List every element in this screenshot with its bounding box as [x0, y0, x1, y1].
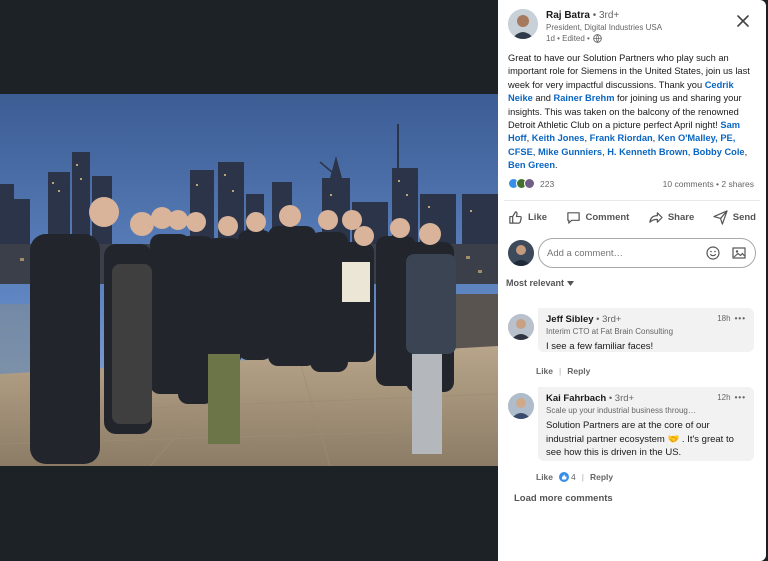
- commenter-name[interactable]: Kai Fahrbach: [546, 393, 606, 404]
- comments-shares-count[interactable]: 10 comments • 2 shares: [663, 179, 754, 189]
- comment-reply-button[interactable]: Reply: [567, 366, 590, 376]
- more-options-icon[interactable]: •••: [735, 393, 746, 402]
- commenter-headline: Scale up your industrial business throug…: [546, 406, 696, 415]
- commenter-degree: • 3rd+: [608, 393, 635, 404]
- post-detail-panel: Raj Batra • 3rd+ President, Digital Indu…: [498, 0, 766, 561]
- comment-input[interactable]: [538, 238, 756, 268]
- commenter-avatar[interactable]: [508, 314, 534, 340]
- reaction-count[interactable]: 223: [540, 179, 554, 189]
- comment-like-count[interactable]: 4: [559, 472, 576, 482]
- thumbs-up-icon: [509, 211, 522, 224]
- media-pane: [0, 0, 498, 561]
- post-photo[interactable]: [0, 94, 498, 466]
- comment-button[interactable]: Comment: [566, 206, 630, 225]
- post-viewer: Raj Batra • 3rd+ President, Digital Indu…: [0, 0, 768, 561]
- post-text-segment: ,: [744, 146, 748, 157]
- comment-time-area: 18h •••: [717, 314, 746, 323]
- comment-icon: [566, 212, 580, 224]
- comment-time: 18h: [717, 314, 731, 323]
- share-button[interactable]: Share: [648, 206, 694, 225]
- comment-bubble: Kai Fahrbach • 3rd+ Scale up your indust…: [538, 387, 754, 461]
- like-count-value: 4: [571, 472, 576, 482]
- caret-down-icon: [567, 280, 575, 286]
- author-name-line[interactable]: Raj Batra • 3rd+: [546, 10, 619, 21]
- image-icon[interactable]: [732, 246, 746, 260]
- comment-like-button[interactable]: Like: [536, 366, 553, 376]
- comment-reply-button[interactable]: Reply: [590, 472, 613, 482]
- comment-actions: Like 4 | Reply: [536, 472, 613, 482]
- mention-link[interactable]: Rainer Brehm: [554, 93, 615, 103]
- like-label: Like: [528, 212, 548, 223]
- sort-label: Most relevant: [506, 278, 565, 288]
- more-options-icon[interactable]: •••: [735, 314, 746, 323]
- mention-link[interactable]: Ben Green: [508, 160, 555, 170]
- commenter-name-line[interactable]: Jeff Sibley • 3rd+: [546, 314, 746, 325]
- globe-icon: [593, 34, 602, 43]
- mention-link[interactable]: Frank Riordan: [590, 133, 653, 143]
- comment-time: 12h: [717, 393, 731, 402]
- post-body: Great to have our Solution Partners who …: [508, 52, 758, 173]
- author-title: President, Digital Industries USA: [546, 23, 663, 32]
- share-icon: [649, 212, 663, 223]
- load-more-comments-button[interactable]: Load more comments: [514, 493, 613, 504]
- commenter-name-line[interactable]: Kai Fahrbach • 3rd+: [546, 393, 746, 404]
- author-degree: • 3rd+: [592, 10, 620, 21]
- reactions-summary[interactable]: 223: [508, 178, 554, 189]
- mention-link[interactable]: Mike Gunniers: [538, 147, 602, 157]
- mention-link[interactable]: H. Kenneth Brown: [607, 147, 688, 157]
- share-label: Share: [667, 212, 695, 223]
- author-name[interactable]: Raj Batra: [546, 10, 590, 21]
- commenter-degree: • 3rd+: [596, 314, 622, 325]
- comment-time-area: 12h •••: [717, 393, 746, 402]
- comment-text: I see a few familiar faces!: [546, 341, 654, 352]
- close-icon[interactable]: [735, 13, 751, 29]
- mention-link[interactable]: Bobby Cole: [693, 147, 745, 157]
- like-button[interactable]: Like: [508, 206, 547, 225]
- comment-like-button[interactable]: Like: [536, 472, 553, 482]
- commenter-avatar[interactable]: [508, 393, 534, 419]
- send-icon: [713, 210, 728, 225]
- comment-composer: [508, 238, 758, 270]
- comment-actions: Like | Reply: [536, 366, 590, 376]
- support-reaction-icon: [524, 178, 535, 189]
- post-text-segment: and: [532, 93, 554, 104]
- post-actions-bar: Like Comment Share Send: [504, 200, 760, 230]
- post-author: Raj Batra • 3rd+ President, Digital Indu…: [508, 9, 758, 45]
- author-avatar[interactable]: [508, 9, 538, 39]
- like-reaction-icon: [559, 472, 570, 482]
- separator: |: [581, 472, 584, 482]
- commenter-name[interactable]: Jeff Sibley: [546, 314, 594, 325]
- mention-link[interactable]: Keith Jones: [532, 133, 585, 143]
- post-text-segment: .: [555, 160, 558, 171]
- separator: |: [559, 366, 562, 376]
- comment-sort-dropdown[interactable]: Most relevant: [506, 278, 575, 288]
- send-button[interactable]: Send: [713, 206, 756, 225]
- commenter-headline: Interim CTO at Fat Brain Consulting: [546, 327, 674, 336]
- post-meta: 1d • Edited •: [546, 34, 602, 43]
- emoji-icon[interactable]: [706, 246, 720, 260]
- post-meta-text: 1d • Edited •: [546, 34, 590, 43]
- comment-label: Comment: [585, 212, 630, 223]
- viewer-avatar[interactable]: [508, 240, 534, 266]
- comment-text: Solution Partners are at the core of our…: [546, 420, 734, 458]
- send-label: Send: [732, 212, 756, 223]
- comment-bubble: Jeff Sibley • 3rd+ Interim CTO at Fat Br…: [538, 308, 754, 352]
